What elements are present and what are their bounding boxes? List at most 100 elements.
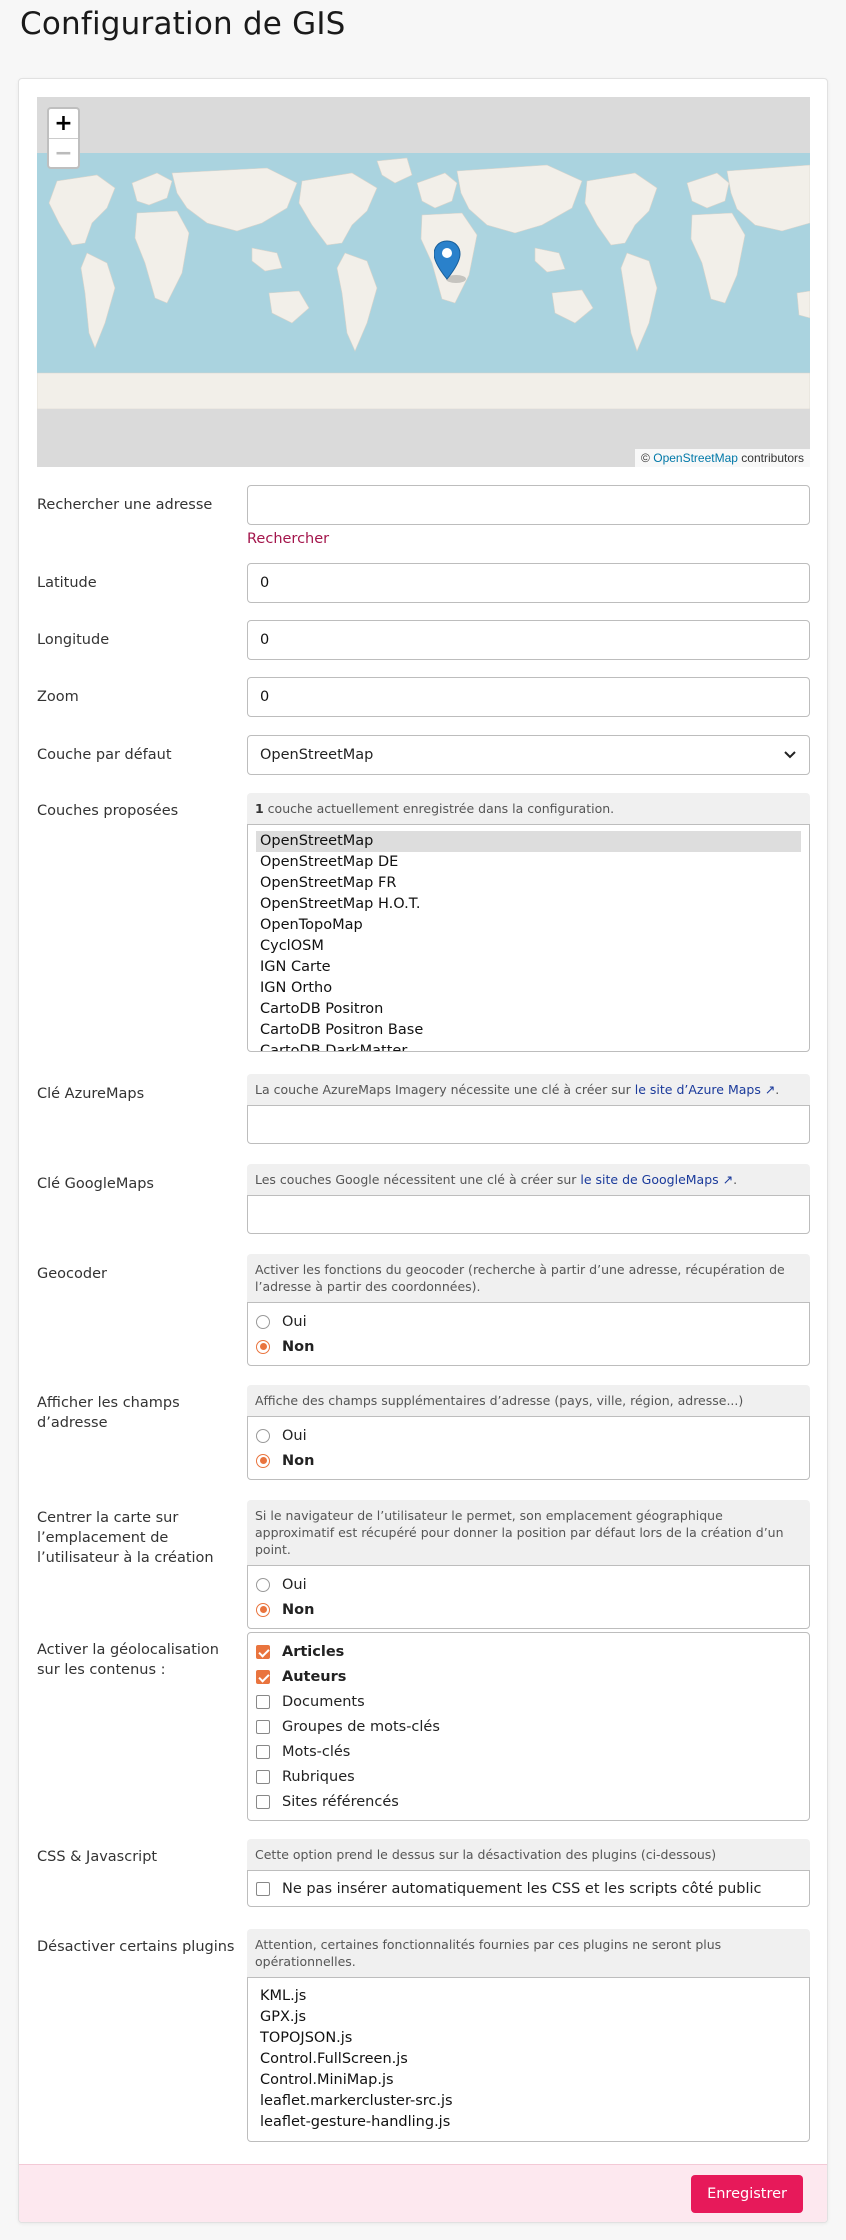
geoloc-option[interactable]: Sites référencés — [248, 1789, 809, 1814]
geoloc-checkbox[interactable] — [256, 1694, 270, 1709]
center-user-no-option[interactable]: Non — [248, 1597, 809, 1622]
plugin-option[interactable]: leaflet-gesture-handling.js — [260, 2112, 797, 2133]
geocoder-note: Activer les fonctions du geocoder (reche… — [247, 1254, 810, 1302]
geocoder-yes-radio[interactable] — [256, 1314, 270, 1329]
row-azure: Clé AzureMaps La couche AzureMaps Imager… — [37, 1074, 810, 1146]
css-js-checkbox[interactable] — [256, 1881, 270, 1896]
geoloc-checkbox[interactable] — [256, 1744, 270, 1759]
address-fields-no-label: Non — [282, 1452, 315, 1469]
google-site-link[interactable]: le site de GoogleMaps ↗ — [580, 1172, 733, 1187]
plugins-note: Attention, certaines fonctionnalités fou… — [247, 1929, 810, 1977]
map-attribution: © OpenStreetMap contributors — [635, 449, 810, 467]
row-latitude: Latitude 0 — [37, 563, 810, 603]
layer-option[interactable]: IGN Carte — [256, 957, 801, 978]
zoom-out-button[interactable]: − — [49, 138, 78, 167]
css-js-option[interactable]: Ne pas insérer automatiquement les CSS e… — [248, 1876, 809, 1901]
geoloc-option[interactable]: Auteurs — [248, 1664, 809, 1689]
save-button[interactable]: Enregistrer — [691, 2175, 803, 2213]
geocoder-yes-option[interactable]: Oui — [248, 1309, 809, 1334]
geoloc-checkbox[interactable] — [256, 1669, 270, 1684]
map-marker-icon[interactable] — [434, 239, 468, 287]
geoloc-checkbox[interactable] — [256, 1719, 270, 1734]
plugin-option[interactable]: Control.MiniMap.js — [260, 2070, 797, 2091]
azure-note-text: La couche AzureMaps Imagery nécessite un… — [255, 1082, 635, 1097]
center-user-radio-group: Oui Non — [247, 1565, 810, 1629]
geoloc-checkbox[interactable] — [256, 1644, 270, 1659]
layer-option[interactable]: OpenStreetMap FR — [256, 873, 801, 894]
address-fields-no-radio[interactable] — [256, 1453, 270, 1468]
layer-option[interactable]: IGN Ortho — [256, 978, 801, 999]
plugin-option[interactable]: KML.js — [260, 1986, 797, 2007]
geoloc-option-label: Mots-clés — [282, 1743, 351, 1760]
center-user-label: Centrer la carte sur l’emplacement de l’… — [37, 1510, 214, 1566]
search-input[interactable] — [247, 485, 810, 525]
default-layer-label: Couche par défaut — [37, 747, 172, 763]
geoloc-option[interactable]: Groupes de mots-clés — [248, 1714, 809, 1739]
address-fields-yes-radio[interactable] — [256, 1428, 270, 1443]
center-user-yes-label: Oui — [282, 1576, 307, 1593]
center-user-yes-radio[interactable] — [256, 1577, 270, 1592]
row-center-user: Centrer la carte sur l’emplacement de l’… — [37, 1500, 810, 1629]
layer-option[interactable]: OpenTopoMap — [256, 915, 801, 936]
zoom-in-button[interactable]: + — [49, 109, 78, 138]
map-landmasses — [37, 157, 810, 409]
default-layer-select[interactable]: OpenStreetMap — [247, 735, 810, 775]
zoom-control: + − — [47, 107, 80, 169]
geoloc-option-label: Auteurs — [282, 1668, 347, 1685]
latitude-label: Latitude — [37, 575, 97, 591]
geoloc-label: Activer la géolocalisation sur les conte… — [37, 1642, 219, 1678]
layer-option[interactable]: OpenStreetMap DE — [256, 852, 801, 873]
geocoder-label: Geocoder — [37, 1266, 107, 1282]
layer-option[interactable]: CyclOSM — [256, 936, 801, 957]
search-link[interactable]: Rechercher — [247, 531, 810, 547]
geoloc-option-label: Documents — [282, 1693, 365, 1710]
plugin-option[interactable]: leaflet.markercluster-src.js — [260, 2091, 797, 2112]
default-layer-value: OpenStreetMap — [260, 747, 374, 763]
plugin-option[interactable]: TOPOJSON.js — [260, 2028, 797, 2049]
layer-option[interactable]: OpenStreetMap — [256, 831, 801, 852]
geocoder-no-radio[interactable] — [256, 1339, 270, 1354]
azure-key-input[interactable] — [247, 1105, 810, 1144]
plugin-option[interactable]: Control.FullScreen.js — [260, 2049, 797, 2070]
layer-option[interactable]: OpenStreetMap H.O.T. — [256, 894, 801, 915]
geoloc-option[interactable]: Mots-clés — [248, 1739, 809, 1764]
row-google: Clé GoogleMaps Les couches Google nécess… — [37, 1164, 810, 1236]
center-user-no-radio[interactable] — [256, 1602, 270, 1617]
zoom-input[interactable]: 0 — [247, 677, 810, 717]
css-js-box: Ne pas insérer automatiquement les CSS e… — [247, 1870, 810, 1907]
center-user-yes-option[interactable]: Oui — [248, 1572, 809, 1597]
layer-option[interactable]: CartoDB Positron — [256, 999, 801, 1020]
longitude-label: Longitude — [37, 632, 110, 648]
css-js-label: CSS & Javascript — [37, 1849, 158, 1865]
layer-option[interactable]: CartoDB Positron Base — [256, 1020, 801, 1041]
address-fields-no-option[interactable]: Non — [248, 1448, 809, 1473]
plugins-multiselect[interactable]: KML.js GPX.js TOPOJSON.js Control.FullScree… — [247, 1977, 810, 2142]
address-fields-yes-option[interactable]: Oui — [248, 1423, 809, 1448]
layers-note: 1 couche actuellement enregistrée dans l… — [247, 793, 810, 824]
geoloc-option-label: Groupes de mots-clés — [282, 1718, 440, 1735]
azure-note-end: . — [775, 1082, 780, 1097]
geoloc-option[interactable]: Rubriques — [248, 1764, 809, 1789]
row-default-layer: Couche par défaut OpenStreetMap — [37, 735, 810, 775]
azure-note: La couche AzureMaps Imagery nécessite un… — [247, 1074, 810, 1105]
geoloc-option[interactable]: Documents — [248, 1689, 809, 1714]
latitude-input[interactable]: 0 — [247, 563, 810, 603]
google-key-input[interactable] — [247, 1195, 810, 1234]
attribution-link[interactable]: OpenStreetMap — [653, 451, 738, 465]
map-view[interactable]: + − © OpenStreetMap contributors — [37, 97, 810, 467]
row-geoloc: Activer la géolocalisation sur les conte… — [37, 1632, 810, 1821]
geocoder-no-option[interactable]: Non — [248, 1334, 809, 1359]
layers-multiselect[interactable]: OpenStreetMap OpenStreetMap DE OpenStreetM… — [247, 824, 810, 1052]
google-note-end: . — [733, 1172, 738, 1187]
geoloc-option[interactable]: Articles — [248, 1639, 809, 1664]
layer-option[interactable]: CartoDB DarkMatter — [256, 1041, 801, 1051]
azure-site-link[interactable]: le site d’Azure Maps ↗ — [635, 1082, 776, 1097]
row-zoom: Zoom 0 — [37, 677, 810, 717]
longitude-input[interactable]: 0 — [247, 620, 810, 660]
geocoder-radio-group: Oui Non — [247, 1302, 810, 1366]
plugin-option[interactable]: GPX.js — [260, 2007, 797, 2028]
google-note-text: Les couches Google nécessitent une clé à… — [255, 1172, 581, 1187]
geoloc-checkbox[interactable] — [256, 1794, 270, 1809]
geoloc-checkbox[interactable] — [256, 1769, 270, 1784]
plugins-label: Désactiver certains plugins — [37, 1939, 235, 1955]
